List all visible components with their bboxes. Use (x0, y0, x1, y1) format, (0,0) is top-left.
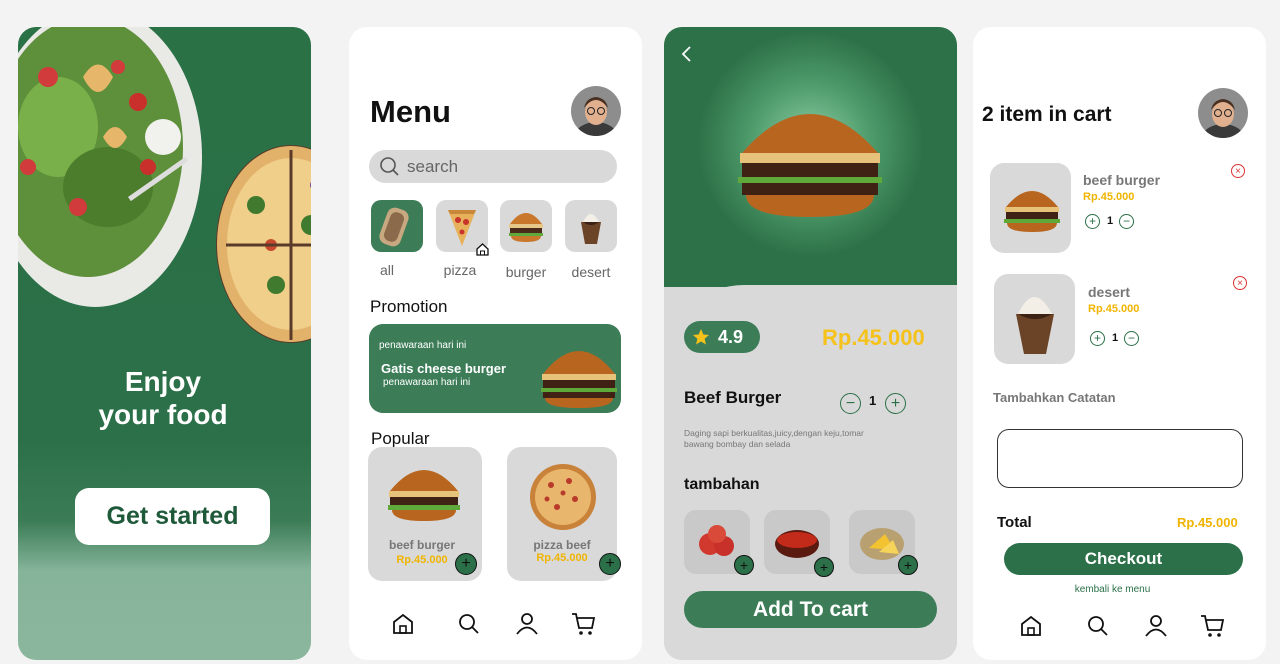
note-label: Tambahkan Catatan (993, 390, 1116, 405)
category-desert[interactable] (565, 200, 617, 252)
page-title: 2 item in cart (982, 103, 1112, 126)
cart-item-price: Rp.45.000 (1083, 191, 1135, 203)
add-to-cart-button[interactable]: Add To cart (684, 591, 937, 628)
rating-badge: 4.9 (684, 321, 760, 353)
popular-name: beef burger (388, 538, 455, 552)
product-price: Rp.45.000 (822, 325, 925, 350)
avatar[interactable] (1198, 88, 1248, 138)
quantity-value: 1 (869, 393, 877, 408)
home-icon[interactable] (390, 611, 416, 637)
page-title: Menu (370, 94, 451, 129)
decrease-button[interactable]: − (840, 393, 861, 414)
add-cheese-button[interactable]: + (898, 555, 918, 575)
burger-image (1004, 191, 1060, 232)
burger-image (388, 470, 460, 521)
category-label-burger: burger (505, 264, 547, 280)
back-to-menu-link[interactable]: kembali ke menu (1004, 584, 1221, 595)
promo-subtitle-bottom: penawaraan hari ini (383, 377, 471, 388)
cart-screen: 2 item in cart beef burger Rp.45.000 + 1… (973, 27, 1266, 660)
cart-item-name: beef burger (1083, 172, 1161, 188)
welcome-title: Enjoy your food (78, 365, 248, 431)
burger-image (541, 351, 617, 408)
get-started-button[interactable]: Get started (75, 488, 270, 545)
product-name: Beef Burger (684, 388, 782, 407)
category-all[interactable] (371, 200, 423, 252)
cart-item-price: Rp.45.000 (1088, 303, 1140, 315)
salad-image (18, 27, 203, 307)
avatar[interactable] (571, 86, 621, 136)
back-icon[interactable] (680, 45, 694, 63)
cart-icon[interactable] (571, 611, 597, 637)
dessert-icon (581, 214, 601, 244)
search-input[interactable] (407, 157, 602, 177)
all-food-icon (379, 207, 409, 247)
total-label: Total (997, 514, 1032, 531)
category-burger[interactable] (500, 200, 552, 252)
burger-image (738, 114, 882, 217)
extras-heading: tambahan (684, 476, 760, 493)
pizza-image (216, 145, 311, 343)
product-description: Daging sapi berkualitas,juicy,dengan kej… (684, 428, 864, 449)
search-icon[interactable] (456, 611, 482, 637)
category-label-desert: desert (571, 264, 611, 280)
increase-button[interactable]: + (1090, 331, 1105, 346)
cart-icon[interactable] (1200, 613, 1226, 639)
add-tomato-button[interactable]: + (734, 555, 754, 575)
pizza-image (530, 464, 596, 530)
welcome-title-line1: Enjoy (124, 366, 202, 397)
promo-card[interactable]: penawaraan hari ini Gatis cheese burger … (369, 324, 621, 413)
rating-value: 4.9 (718, 327, 744, 347)
search-icon[interactable] (1085, 613, 1111, 639)
checkout-button[interactable]: Checkout (1004, 543, 1243, 575)
welcome-screen: Enjoy your food Get started (18, 27, 311, 660)
cart-item-qty: 1 (1107, 215, 1114, 227)
cart-item-image (990, 163, 1071, 253)
home-icon[interactable] (1018, 613, 1044, 639)
increase-button[interactable]: + (885, 393, 906, 414)
add-burger-button[interactable]: + (455, 553, 477, 575)
welcome-title-line2: your food (98, 399, 228, 430)
star-icon (693, 329, 709, 345)
burger-icon (509, 213, 543, 242)
home-icon (476, 243, 489, 256)
remove-item-button[interactable]: × (1231, 164, 1245, 178)
cart-item-name: desert (1088, 284, 1131, 300)
dessert-image (1016, 297, 1054, 354)
popular-heading: Popular (371, 429, 430, 448)
popular-name: pizza beef (533, 538, 591, 552)
category-label-pizza: pizza (443, 262, 477, 278)
promotion-heading: Promotion (370, 297, 448, 316)
search-bar[interactable] (369, 150, 617, 183)
decrease-button[interactable]: − (1124, 331, 1139, 346)
product-detail-screen: 4.9 Rp.45.000 Beef Burger − 1 + Daging s… (664, 27, 957, 660)
menu-screen: Menu search all pizza burger desert Prom… (349, 27, 642, 660)
search-icon (380, 157, 399, 176)
decrease-button[interactable]: − (1119, 214, 1134, 229)
promo-subtitle-top: penawaraan hari ini (379, 340, 467, 351)
increase-button[interactable]: + (1085, 214, 1100, 229)
category-label-all: all (379, 262, 394, 278)
add-pizza-button[interactable]: + (599, 553, 621, 575)
cart-item-qty: 1 (1112, 332, 1119, 344)
profile-icon[interactable] (1143, 613, 1169, 639)
profile-icon[interactable] (514, 611, 540, 637)
remove-item-button[interactable]: × (1233, 276, 1247, 290)
promo-title: Gatis cheese burger (381, 361, 506, 376)
cart-item-image (994, 274, 1075, 364)
total-value: Rp.45.000 (1177, 515, 1238, 530)
add-sauce-button[interactable]: + (814, 557, 834, 577)
note-field[interactable] (997, 429, 1243, 488)
